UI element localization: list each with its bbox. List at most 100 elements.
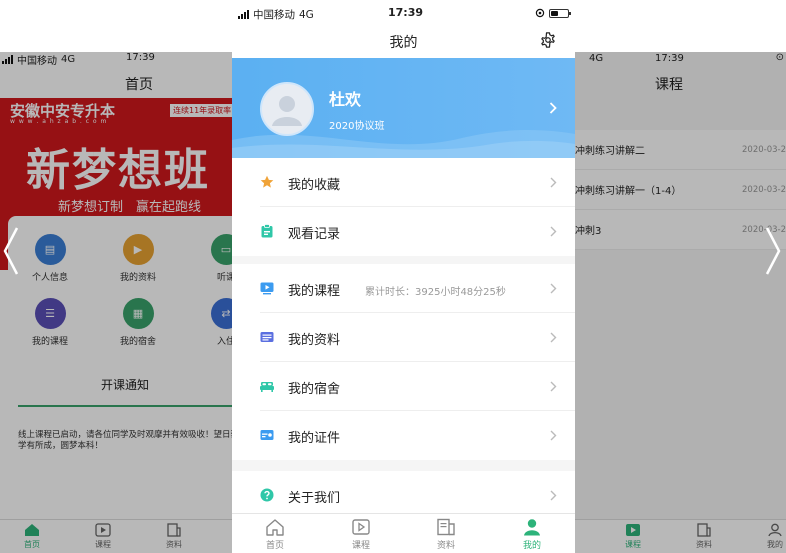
course-list: 冲刺练习讲解二 2020-03-2 冲刺练习讲解一（1-4） 2020-03-2…: [575, 130, 786, 250]
left-tabbar: 首页 课程 资料: [0, 519, 232, 553]
materials-icon: [437, 518, 455, 536]
right-battery-icon: ⊙: [775, 52, 784, 63]
left-tab-courses[interactable]: 课程: [83, 520, 123, 550]
clipboard-icon: [261, 224, 273, 238]
banner-badge: 连续11年录取率: [170, 104, 232, 117]
menu-group-1: 我的收藏 观看记录: [232, 158, 575, 256]
left-network: 4G: [61, 53, 76, 65]
prev-arrow-icon[interactable]: [2, 226, 20, 276]
tab-mine[interactable]: 我的: [507, 518, 557, 551]
nav-bar: 我的: [232, 26, 575, 58]
menu-checkin[interactable]: ⇄ 入住: [196, 298, 232, 347]
left-time: 17:39: [126, 52, 155, 63]
network-type: 4G: [299, 8, 314, 21]
materials-icon: [167, 523, 181, 537]
checkin-icon: ⇄: [210, 298, 232, 329]
menu-my-documents[interactable]: 我的证件: [232, 411, 575, 460]
list-item[interactable]: 冲刺3 2020-03-2: [575, 210, 786, 250]
right-tab-mine[interactable]: 我的: [755, 520, 786, 550]
menu-my-dorm[interactable]: ▦ 我的宿舍: [108, 298, 168, 347]
id-icon: ▤: [34, 234, 66, 265]
chevron-right-icon: [550, 226, 557, 237]
book-icon: ▶: [122, 234, 154, 265]
notice-text: 线上课程已启动，请各位同学及时观摩并有效吸收！望日获，学有所成，圆梦本科！: [18, 430, 232, 451]
profile-card[interactable]: 杜欢 2020协议班: [232, 58, 575, 158]
right-page-title: 课程: [655, 77, 683, 93]
avatar-placeholder-icon: [272, 96, 302, 126]
next-arrow-icon[interactable]: [764, 226, 782, 276]
home-icon: [266, 519, 284, 536]
status-bar: 中国移动 4G 17:39: [232, 0, 575, 26]
home-icon: [25, 524, 39, 536]
notice-tab[interactable]: 开课通知: [18, 376, 232, 407]
left-tab-home[interactable]: 首页: [12, 520, 52, 550]
left-tab-materials[interactable]: 资料: [154, 520, 194, 550]
total-watch-time: 累计时长：3925小时48分25秒: [365, 287, 506, 298]
menu-favorites[interactable]: 我的收藏: [232, 158, 575, 207]
tab-materials[interactable]: 资料: [421, 518, 471, 551]
left-page-title: 首页: [125, 77, 153, 93]
video-icon: [260, 282, 274, 295]
page-title: 我的: [389, 35, 418, 51]
list-item[interactable]: 冲刺练习讲解二 2020-03-2: [575, 130, 786, 170]
user-name: 杜欢: [329, 90, 362, 109]
materials-icon: [697, 523, 711, 537]
menu-listen[interactable]: ▭ 听课: [196, 234, 232, 283]
right-tab-materials[interactable]: 资料: [684, 520, 724, 550]
status-time: 17:39: [388, 6, 424, 19]
orientation-lock-icon: [535, 8, 545, 18]
chevron-right-icon: [550, 332, 557, 343]
tab-courses[interactable]: 课程: [336, 518, 386, 551]
tab-home[interactable]: 首页: [250, 518, 300, 551]
preview-home-screen[interactable]: 中国移动 4G 17:39 首页 安徽中安专升本 w w w . a h z a…: [0, 52, 232, 553]
dim-overlay: [575, 52, 786, 553]
chevron-right-icon: [550, 177, 557, 188]
menu-my-materials[interactable]: ▶ 我的资料: [108, 234, 168, 283]
play-icon: [95, 523, 111, 537]
menu-personal-info[interactable]: ▤ 个人信息: [20, 234, 80, 283]
headphone-icon: ▭: [210, 234, 232, 265]
bottom-tabbar: 首页 课程 资料 我的: [232, 513, 575, 553]
carrier-name: 中国移动: [253, 9, 295, 21]
battery-icon: [549, 8, 571, 18]
bed-icon: [260, 382, 274, 392]
chevron-right-icon: [550, 381, 557, 392]
user-icon: [524, 519, 540, 536]
right-network: 4G: [589, 53, 604, 64]
quick-menu: ▤ 个人信息 ▶ 我的资料 ▭ 听课 ☰ 我的课程 ▦ 我的宿舍 ⇄ 入住: [8, 216, 232, 361]
menu-my-dorm[interactable]: 我的宿舍: [232, 362, 575, 411]
signal-icon: [2, 54, 13, 64]
right-time: 17:39: [655, 53, 684, 64]
chevron-right-icon: [549, 102, 557, 114]
document-icon: [260, 332, 274, 342]
screenshot-carousel: 中国移动 4G 17:39 首页 安徽中安专升本 w w w . a h z a…: [0, 0, 786, 553]
id-card-icon: [260, 430, 274, 440]
course-icon: ☰: [34, 298, 66, 329]
avatar[interactable]: [260, 82, 314, 136]
user-icon: [768, 523, 782, 537]
banner-slogan: 新梦想订制 赢在起跑线: [58, 200, 202, 215]
menu-group-2: 我的课程 累计时长：3925小时48分25秒 我的资料 我的宿舍 我的证件: [232, 264, 575, 460]
preview-course-screen[interactable]: 4G 17:39 ⊙ 课程 冲刺练习讲解二 2020-03-2 冲刺练习讲解一（…: [575, 52, 786, 553]
menu-watch-history[interactable]: 观看记录: [232, 207, 575, 256]
play-icon: [352, 519, 370, 535]
banner-url: w w w . a h z a b . c o m: [10, 118, 108, 125]
question-icon: [260, 488, 274, 502]
left-status-bar: 中国移动 4G 17:39: [0, 52, 232, 67]
star-icon: [260, 175, 274, 188]
signal-icon: [238, 10, 249, 19]
menu-my-courses[interactable]: 我的课程 累计时长：3925小时48分25秒: [232, 264, 575, 313]
banner-headline: 新梦想班: [26, 145, 210, 196]
chevron-right-icon: [550, 430, 557, 441]
list-item[interactable]: 冲刺练习讲解一（1-4） 2020-03-2: [575, 170, 786, 210]
chevron-right-icon: [550, 490, 557, 501]
right-tabbar: 课程 资料 我的: [575, 519, 786, 553]
play-icon: [626, 524, 640, 536]
menu-my-materials[interactable]: 我的资料: [232, 313, 575, 362]
profile-screen: 中国移动 4G 17:39 我的 杜欢 2020协议班 我的收藏 观看记录 我的…: [232, 0, 575, 553]
menu-my-courses[interactable]: ☰ 我的课程: [20, 298, 80, 347]
chevron-right-icon: [550, 283, 557, 294]
gear-icon[interactable]: [539, 31, 557, 49]
left-carrier: 中国移动: [17, 55, 57, 67]
right-tab-courses[interactable]: 课程: [613, 520, 653, 550]
